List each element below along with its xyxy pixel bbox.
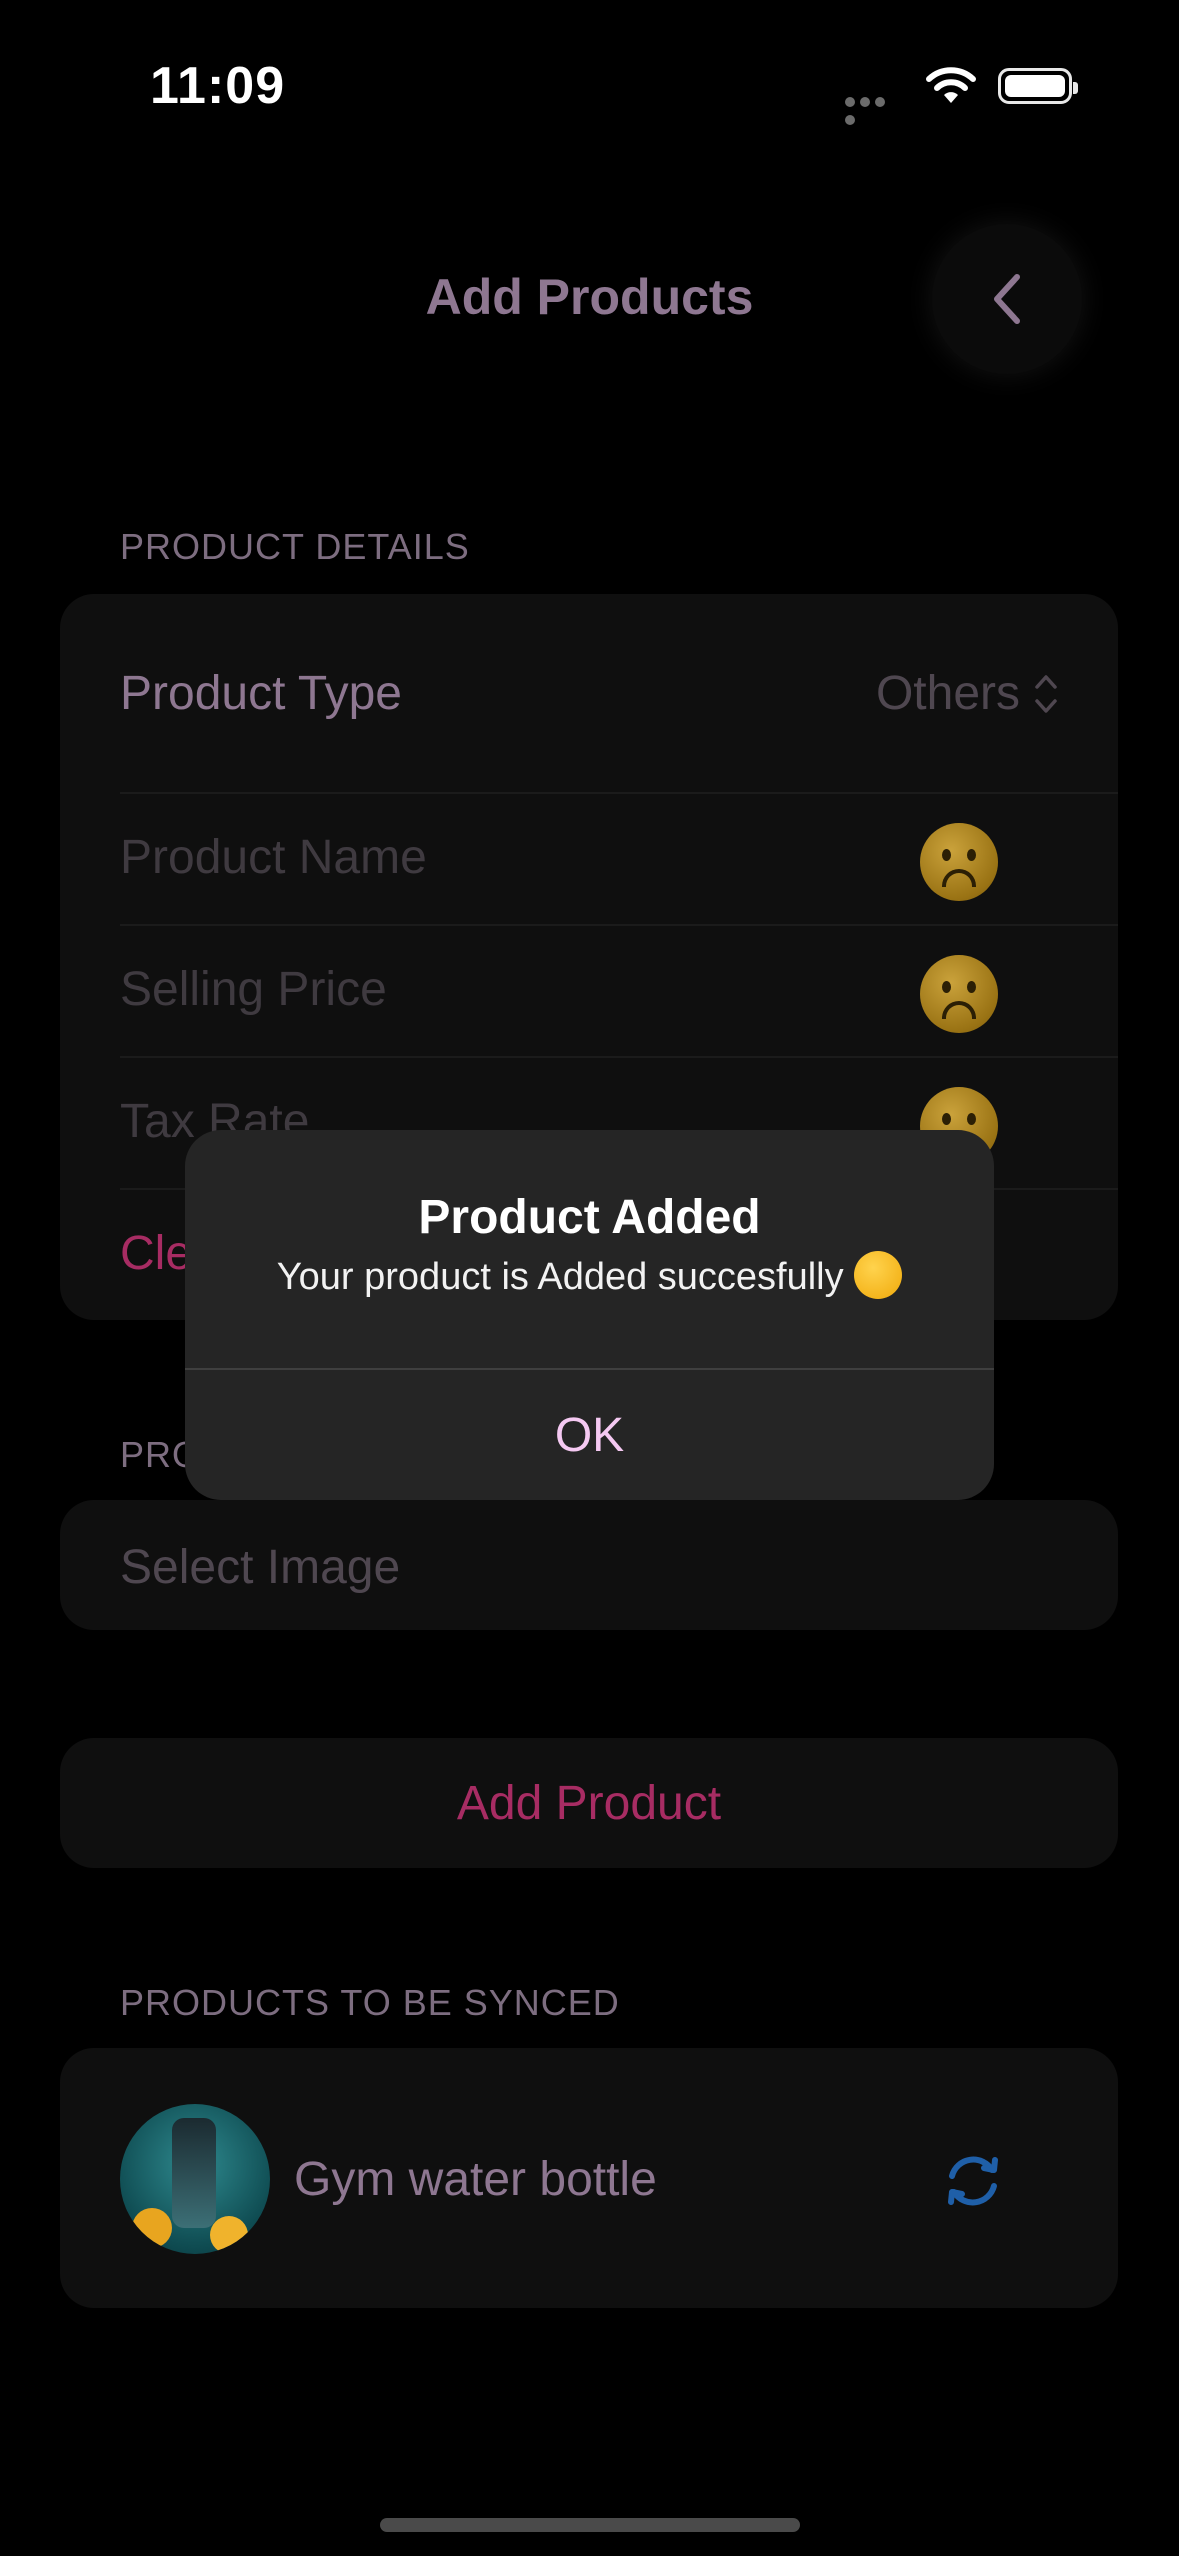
product-added-alert: Product Added Your product is Added succ… (185, 1130, 994, 1500)
chevron-left-icon (994, 274, 1020, 324)
back-button[interactable] (932, 224, 1082, 374)
home-indicator (380, 2518, 800, 2532)
alert-title: Product Added (418, 1191, 761, 1244)
chevron-up-down-icon (1035, 674, 1057, 713)
section-label-product-details: PRODUCT DETAILS (120, 526, 470, 567)
sync-button[interactable] (940, 2148, 1006, 2219)
product-type-label: Product Type (120, 667, 402, 720)
sync-icon (948, 2156, 998, 2206)
frowning-face-icon (920, 823, 998, 901)
sync-list-card: Gym water bottle (60, 2048, 1118, 2308)
select-image-label: Select Image (120, 1541, 401, 1594)
alert-ok-button[interactable]: OK (185, 1370, 994, 1500)
alert-message: Your product is Added succesfully (276, 1256, 844, 1299)
product-name-field[interactable]: Product Name (120, 830, 427, 885)
product-type-value: Others (875, 667, 1020, 720)
signal-icon (845, 94, 903, 125)
battery-icon (998, 68, 1078, 104)
wifi-icon (925, 65, 977, 110)
sync-item-name: Gym water bottle (294, 2153, 657, 2206)
product-thumbnail (120, 2104, 270, 2254)
partying-face-icon (854, 1251, 903, 1299)
product-type-picker[interactable]: Others (876, 666, 1058, 721)
alert-message-row: Your product is Added succesfully (185, 1251, 994, 1303)
clear-button[interactable]: Cle (120, 1226, 192, 1281)
status-time: 11:09 (150, 57, 286, 115)
selling-price-field[interactable]: Selling Price (120, 962, 387, 1017)
add-product-label: Add Product (456, 1776, 722, 1830)
frowning-face-icon (920, 955, 998, 1033)
select-image-button[interactable]: Select Image (60, 1500, 1118, 1630)
section-label-products-to-sync: PRODUCTS TO BE SYNCED (120, 1982, 620, 2023)
add-product-button[interactable]: Add Product (60, 1738, 1118, 1868)
